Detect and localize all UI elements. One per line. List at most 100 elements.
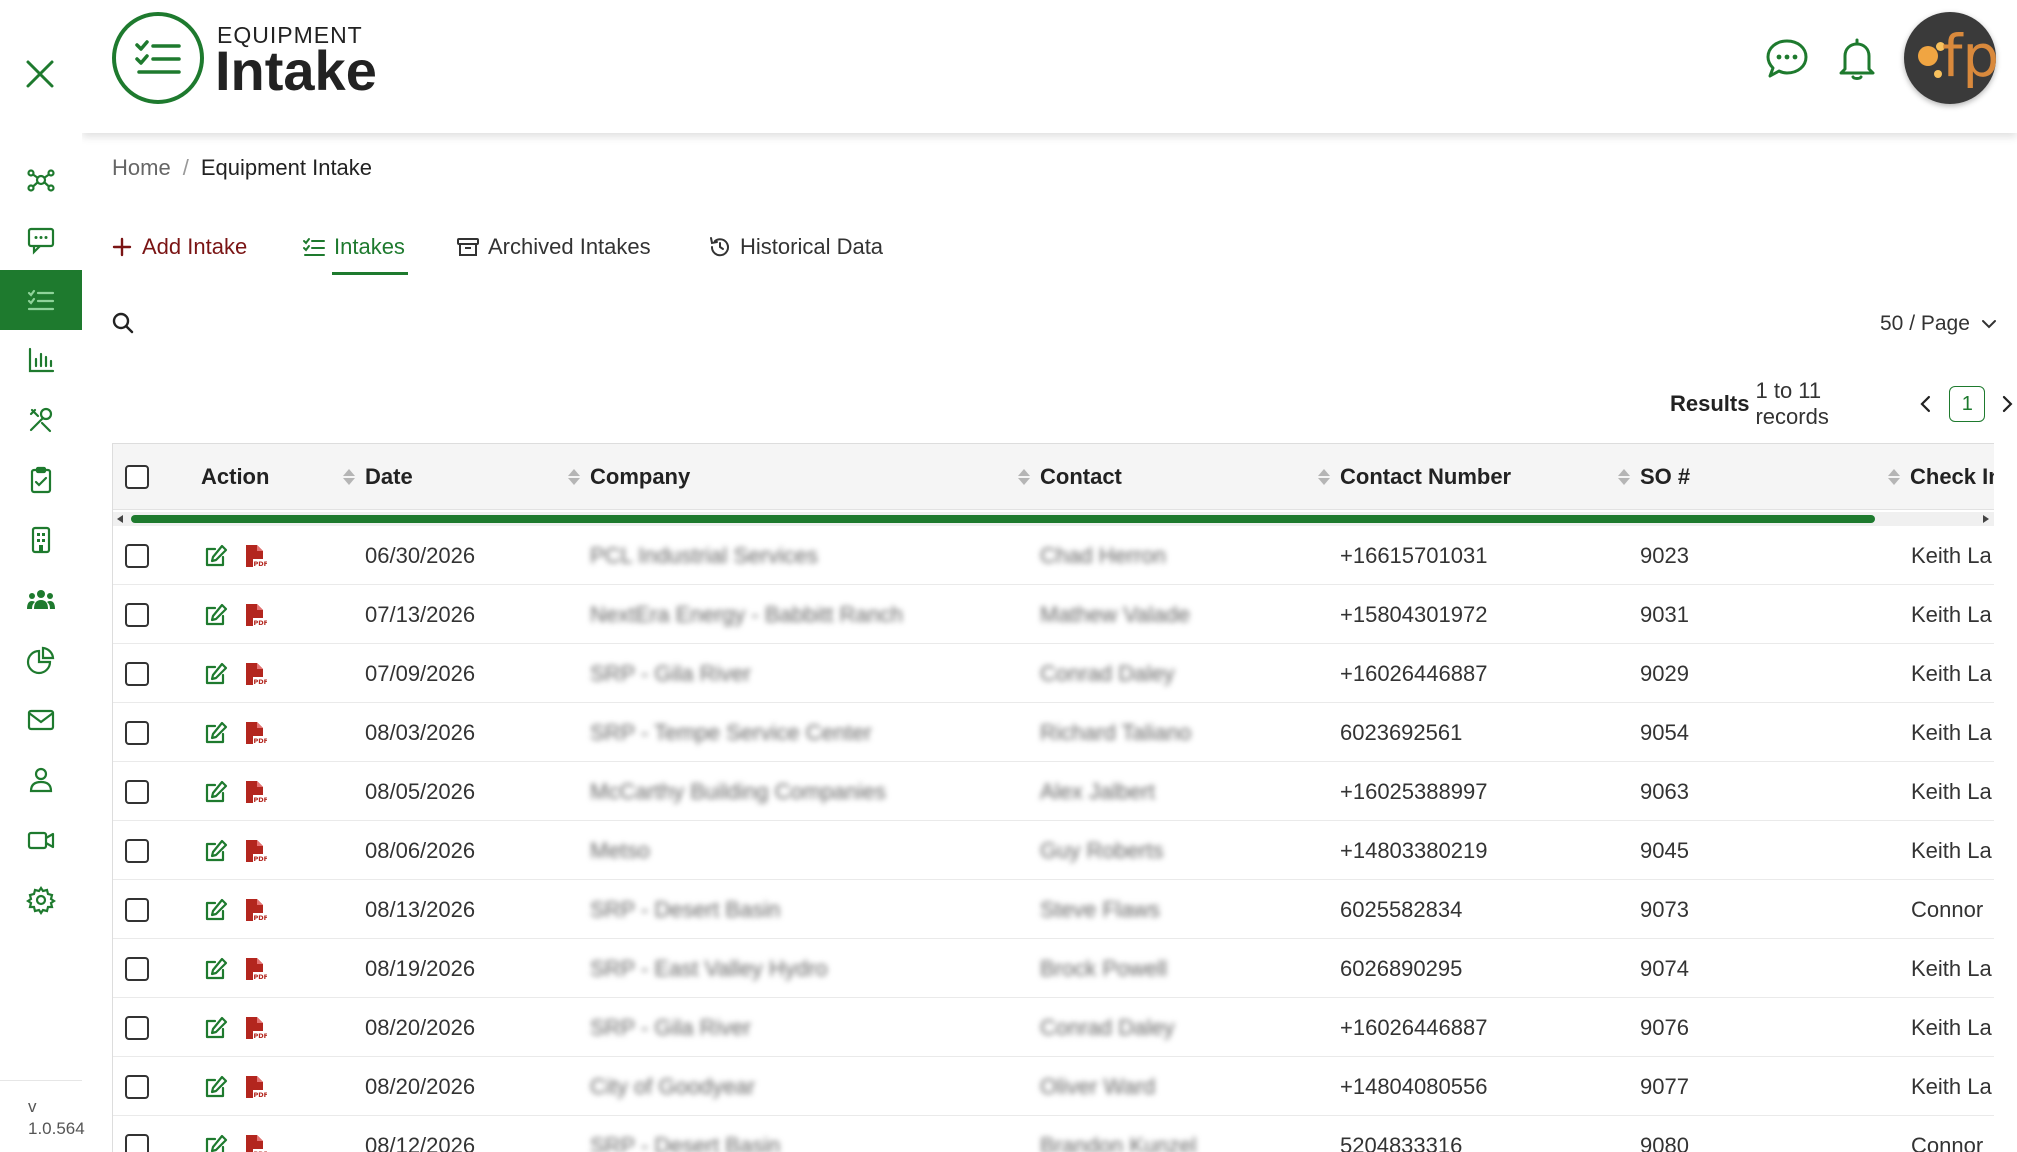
- sidebar-item-video[interactable]: [0, 810, 82, 870]
- row-checkbox[interactable]: [125, 602, 149, 627]
- row-checkbox[interactable]: [125, 779, 149, 804]
- table-row[interactable]: PDF 08/03/2026 SRP - Tempe Service Center R…: [113, 703, 1994, 762]
- cell-check-in: Keith La: [1911, 955, 1992, 981]
- row-checkbox[interactable]: [125, 661, 149, 686]
- sidebar-item-settings[interactable]: [0, 870, 82, 930]
- cell-contact: Guy Roberts: [1040, 837, 1164, 863]
- table-row[interactable]: PDF 08/20/2026 SRP - Gila River Conrad Dale…: [113, 998, 1994, 1057]
- sidebar-item-intake[interactable]: [0, 270, 82, 330]
- row-checkbox[interactable]: [125, 956, 149, 981]
- pdf-icon[interactable]: PDF: [241, 661, 267, 687]
- row-checkbox[interactable]: [125, 838, 149, 863]
- table-row[interactable]: PDF 08/19/2026 SRP - East Valley Hydro Broc…: [113, 939, 1994, 998]
- search-icon[interactable]: [110, 310, 136, 336]
- tab-intakes-label: Intakes: [334, 234, 405, 259]
- edit-icon[interactable]: [203, 1074, 229, 1100]
- row-checkbox[interactable]: [125, 1133, 149, 1152]
- row-checkbox[interactable]: [125, 543, 149, 568]
- pdf-icon[interactable]: PDF: [241, 543, 267, 569]
- avatar[interactable]: fp: [1904, 12, 1996, 104]
- row-checkbox[interactable]: [125, 1074, 149, 1099]
- edit-icon[interactable]: [203, 838, 229, 864]
- table-row[interactable]: PDF 08/20/2026 City of Goodyear Oliver Ward…: [113, 1057, 1994, 1116]
- sidebar-item-users[interactable]: [0, 750, 82, 810]
- column-header-so[interactable]: SO #: [1618, 444, 1690, 510]
- edit-icon[interactable]: [203, 543, 229, 569]
- sidebar-item-tools[interactable]: [0, 390, 82, 450]
- table-row[interactable]: PDF 08/13/2026 SRP - Desert Basin Steve Fla…: [113, 880, 1994, 939]
- edit-icon[interactable]: [203, 602, 229, 628]
- breadcrumb-current: Equipment Intake: [200, 155, 373, 180]
- pdf-icon[interactable]: PDF: [241, 1074, 267, 1100]
- checklist-icon: [303, 238, 325, 256]
- table-row[interactable]: PDF 08/12/2026 SRP - Desert Basin Brandon K…: [113, 1116, 1994, 1152]
- checklist-icon: [27, 289, 55, 311]
- column-header-check-in[interactable]: Check In: [1888, 444, 1994, 510]
- tab-historical-data[interactable]: Historical Data: [708, 234, 883, 260]
- pdf-icon[interactable]: PDF: [241, 602, 267, 628]
- sidebar-item-network[interactable]: [0, 150, 82, 210]
- edit-icon[interactable]: [203, 897, 229, 923]
- column-header-date[interactable]: Date: [343, 444, 413, 510]
- edit-icon[interactable]: [203, 720, 229, 746]
- edit-icon[interactable]: [203, 779, 229, 805]
- table-row[interactable]: PDF 07/09/2026 SRP - Gila River Conrad Dale…: [113, 644, 1994, 703]
- sidebar-item-reports[interactable]: [0, 330, 82, 390]
- pdf-icon[interactable]: PDF: [241, 897, 267, 923]
- pie-chart-icon: [26, 646, 55, 675]
- close-icon[interactable]: [22, 56, 58, 92]
- cell-contact-number: +16026446887: [1340, 1014, 1488, 1040]
- cell-company: Metso: [590, 837, 650, 863]
- breadcrumb-home[interactable]: Home: [112, 155, 171, 180]
- add-intake-button[interactable]: Add Intake: [110, 234, 247, 260]
- cell-so-number: 9077: [1640, 1073, 1689, 1099]
- table-row[interactable]: PDF 06/30/2026 PCL Industrial Services Chad…: [113, 526, 1994, 585]
- edit-icon[interactable]: [203, 956, 229, 982]
- pdf-icon[interactable]: PDF: [241, 838, 267, 864]
- cell-contact-number: 6023692561: [1340, 719, 1463, 745]
- chat-icon[interactable]: [1764, 36, 1810, 82]
- bell-icon[interactable]: [1834, 36, 1880, 82]
- sidebar-item-team[interactable]: [0, 570, 82, 630]
- pdf-icon[interactable]: PDF: [241, 956, 267, 982]
- cell-date: 08/06/2026: [365, 837, 476, 863]
- chevron-right-icon[interactable]: [1997, 394, 2017, 414]
- cell-company: SRP - Tempe Service Center: [590, 719, 872, 745]
- pdf-icon[interactable]: PDF: [241, 779, 267, 805]
- sidebar-item-mail[interactable]: [0, 690, 82, 750]
- cell-date: 08/19/2026: [365, 955, 476, 981]
- page-size-select[interactable]: 50 / Page: [1880, 312, 1998, 336]
- table-row[interactable]: PDF 08/06/2026 Metso Guy Roberts +1480338021…: [113, 821, 1994, 880]
- column-header-company[interactable]: Company: [568, 444, 690, 510]
- column-header-company-label: Company: [590, 464, 691, 489]
- sort-icon: [343, 469, 355, 485]
- pdf-icon[interactable]: PDF: [241, 720, 267, 746]
- sidebar-item-chat[interactable]: [0, 210, 82, 270]
- sidebar-item-buildings[interactable]: [0, 510, 82, 570]
- cell-check-in: Connor: [1911, 1132, 1984, 1152]
- edit-icon[interactable]: [203, 1015, 229, 1041]
- scrollbar-thumb[interactable]: [131, 515, 1875, 523]
- table-row[interactable]: PDF 07/13/2026 NextEra Energy - Babbitt Ra…: [113, 585, 1994, 644]
- cell-contact-number: +16025388997: [1340, 778, 1488, 804]
- chevron-left-icon[interactable]: [1916, 394, 1936, 414]
- row-checkbox[interactable]: [125, 1015, 149, 1040]
- sidebar-item-tasks[interactable]: [0, 450, 82, 510]
- cell-check-in: Connor: [1911, 896, 1984, 922]
- column-header-contact[interactable]: Contact: [1018, 444, 1122, 510]
- tab-intakes[interactable]: Intakes: [302, 234, 405, 260]
- row-checkbox[interactable]: [125, 897, 149, 922]
- page-number-button[interactable]: 1: [1949, 386, 1986, 422]
- tab-archived-intakes[interactable]: Archived Intakes: [456, 234, 651, 260]
- select-all-checkbox[interactable]: [125, 465, 149, 489]
- horizontal-scrollbar[interactable]: [113, 512, 1994, 526]
- row-checkbox[interactable]: [125, 720, 149, 745]
- pdf-icon[interactable]: PDF: [241, 1015, 267, 1041]
- results-summary: Results 1 to 11 records 1: [1670, 378, 2017, 430]
- pdf-icon[interactable]: PDF: [241, 1133, 267, 1152]
- edit-icon[interactable]: [203, 1133, 229, 1152]
- sidebar-item-analytics[interactable]: [0, 630, 82, 690]
- edit-icon[interactable]: [203, 661, 229, 687]
- table-row[interactable]: PDF 08/05/2026 McCarthy Building Companies…: [113, 762, 1994, 821]
- column-header-contact-number[interactable]: Contact Number: [1318, 444, 1511, 510]
